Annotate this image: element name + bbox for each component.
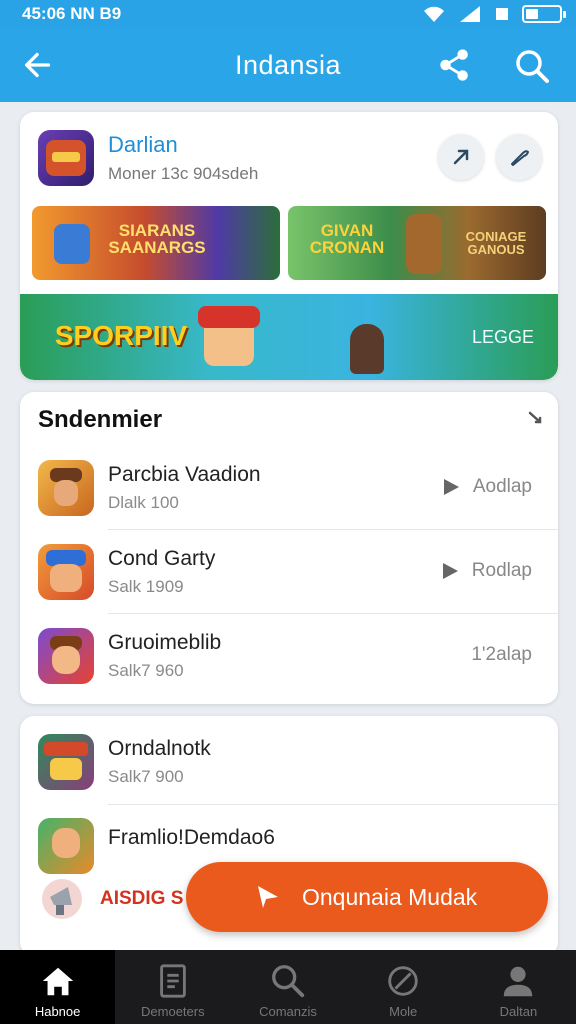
list-item-name: Parcbia Vaadion [108, 463, 261, 486]
page-title: Indansia [234, 49, 342, 80]
app-icon [38, 460, 94, 516]
wifi-icon [424, 6, 444, 22]
nav-label: Demoeters [141, 1004, 205, 1019]
status-icons [422, 4, 566, 24]
nav-item-documents[interactable]: Demoeters [115, 950, 230, 1024]
promo-banner-2[interactable]: GIVAN CRONAN CONIAGE GANOUS [288, 206, 546, 280]
search-icon [272, 965, 305, 998]
back-arrow-icon[interactable] [20, 46, 58, 84]
compass-icon [388, 966, 418, 996]
link-icon [453, 149, 469, 165]
list-item-meta: Salk 1909 [108, 577, 184, 596]
link-button[interactable] [438, 134, 484, 180]
document-icon [159, 964, 186, 998]
download-label: 1'2alap [471, 644, 532, 665]
battery-icon [522, 5, 566, 23]
nav-label: Habnoe [34, 1004, 81, 1019]
app-icon [38, 544, 94, 600]
nav-label: Comanzis [259, 1004, 317, 1019]
bottom-nav: Habnoe Demoeters Comanzis Mole Daltan [0, 950, 576, 1024]
list-item[interactable]: Cond Garty Salk 1909 Rodlap [20, 530, 558, 614]
list-item-name: AISDIG S [100, 888, 184, 909]
promo-banner-wide-label: LEGGE [471, 327, 535, 347]
promo-banner-2-text: GIVAN CRONAN [309, 221, 385, 257]
download-action[interactable]: Rodlap [440, 560, 532, 582]
nav-label: Daltan [499, 1004, 538, 1019]
floating-action-button[interactable]: Onqunaia Mudak [186, 862, 548, 932]
promo-banner-wide[interactable]: SPORPIIV LEGGE [20, 294, 558, 380]
list-item-name: Framlio!Demdao6 [108, 826, 275, 849]
list-item[interactable]: Parcbia Vaadion Dlalk 100 Aodlap [20, 446, 558, 530]
list-item-meta: Dlalk 100 [108, 493, 179, 512]
nav-label: Mole [389, 1004, 418, 1019]
section-title: Sndenmier [38, 406, 163, 433]
edit-button[interactable] [496, 134, 542, 180]
list-item-name: Cond Garty [108, 547, 216, 570]
signal-icon [460, 6, 480, 22]
nav-item-search[interactable]: Comanzis [230, 950, 345, 1024]
play-icon [443, 479, 459, 495]
featured-card: Darlian Moner 13c 904sdeh SIARANS SAANAR… [20, 112, 558, 380]
status-bar: 45:06 NN B9 [0, 0, 576, 28]
featured-app-title: Darlian [108, 132, 178, 157]
featured-app-subtitle: Moner 13c 904sdeh [108, 164, 259, 183]
promo-banner-3-text: CONIAGE GANOUS [465, 229, 527, 257]
play-icon [442, 563, 458, 579]
list-item-meta: Salk7 900 [108, 767, 184, 786]
nav-item-profile[interactable]: Daltan [461, 950, 576, 1024]
nav-item-more[interactable]: Mole [346, 950, 461, 1024]
divider [108, 804, 558, 805]
play-icon [258, 886, 278, 908]
app-icon [38, 628, 94, 684]
recommendations-card: Sndenmier Parcbia Vaadion Dlalk 100 Aodl… [20, 392, 558, 704]
status-time: 45:06 NN B9 [22, 4, 122, 23]
fab-label: Onqunaia Mudak [302, 883, 478, 910]
download-action[interactable]: 1'2alap [471, 644, 532, 666]
home-icon [42, 967, 73, 996]
profile-icon [504, 966, 533, 997]
search-icon[interactable] [512, 46, 552, 86]
list-item[interactable]: Gruoimeblib Salk7 960 1'2alap [20, 614, 558, 698]
notification-icon [496, 8, 508, 20]
megaphone-icon [38, 875, 86, 923]
pencil-icon [511, 150, 529, 166]
app-icon [38, 734, 94, 790]
promo-banner-1[interactable]: SIARANS SAANARGS [32, 206, 280, 280]
promo-banner-wide-title: SPORPIIV [54, 320, 188, 351]
app-bar: Indansia [0, 28, 576, 102]
list-item[interactable]: Orndalnotk Salk7 900 [20, 720, 558, 804]
list-item-name: Orndalnotk [108, 737, 211, 760]
list-item-meta: Salk7 960 [108, 661, 184, 680]
list-item-name: Gruoimeblib [108, 631, 222, 654]
download-label: Aodlap [472, 476, 532, 497]
chevron-right-icon[interactable] [522, 408, 546, 432]
share-icon[interactable] [436, 46, 474, 84]
promo-banner-1-text: SIARANS SAANARGS [108, 221, 206, 257]
nav-item-home[interactable]: Habnoe [0, 950, 116, 1024]
download-label: Rodlap [471, 560, 532, 581]
featured-app-icon [38, 130, 94, 186]
download-action[interactable]: Aodlap [441, 476, 532, 498]
